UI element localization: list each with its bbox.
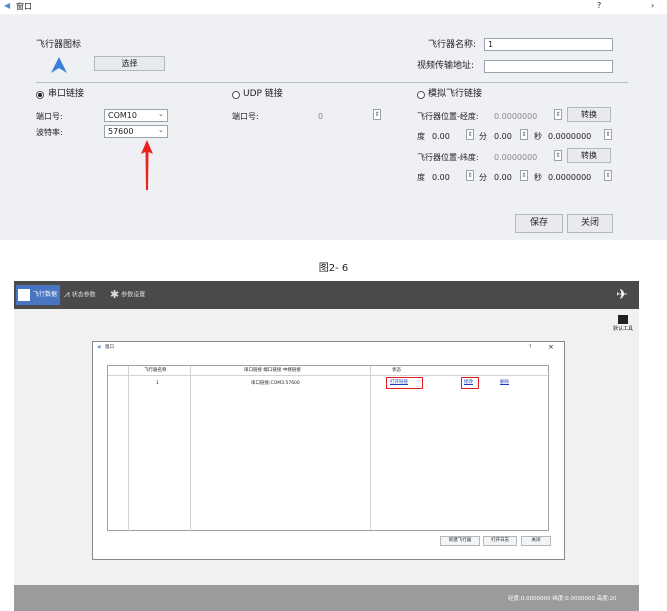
close-button[interactable]: 关闭 <box>521 536 551 546</box>
aircraft-name-cell: 1 <box>156 381 159 386</box>
baud-rate-label: 波特率: <box>36 128 63 137</box>
sim-link-radio[interactable] <box>417 91 425 99</box>
latitude-sec-spinner[interactable]: ⇕ <box>604 170 612 181</box>
video-address-label: 视频传输地址: <box>417 61 475 71</box>
gear-icon: ✱ <box>110 288 120 301</box>
aircraft-table: 飞行器名称 串口链接 端口链接 中继链接 状态 1 串口链接:COM3:5760… <box>107 365 550 532</box>
status-bar: 经度:0.0000000 纬度:0.0000000 高度:20 <box>14 585 639 611</box>
close-button[interactable]: 关闭 <box>567 214 613 233</box>
chevron-down-icon: ⌄ <box>158 110 164 118</box>
convert-longitude-button[interactable]: 转换 <box>567 107 611 122</box>
longitude-min-spinner[interactable]: ⇕ <box>520 129 528 140</box>
tab-label: 状态参数 <box>71 291 96 299</box>
serial-port-label: 端口号: <box>36 112 63 121</box>
aircraft-settings-dialog: ◀ 窗口 ? › 飞行器图标 选择 飞行器名称: 1 视频传输地址: 串口链接 … <box>0 0 667 240</box>
column-header-name: 飞行器名称 <box>144 368 167 373</box>
longitude-deg-spinner[interactable]: ⇕ <box>466 129 474 140</box>
udp-link-label: UDP 链接 <box>243 89 283 99</box>
default-tools-label: 默认工具 <box>612 326 633 332</box>
tab-label: 参数设置 <box>121 291 146 299</box>
longitude-sec-spinner[interactable]: ⇕ <box>604 129 612 140</box>
latitude-min-spinner[interactable]: ⇕ <box>520 170 528 181</box>
app-window: 飞行数据 ⩘ 状态参数 ✱ 参数设置 ✈ 默认工具 ◀ 窗口 ? × 飞行器名称 串… <box>14 281 639 611</box>
latitude-spinner[interactable]: ⇕ <box>554 150 562 161</box>
new-aircraft-button[interactable]: 新建飞行器 <box>440 536 480 546</box>
latitude-deg-spinner[interactable]: ⇕ <box>466 170 474 181</box>
aircraft-name-input[interactable]: 1 <box>484 38 613 51</box>
longitude-input[interactable]: 0.0000000 <box>494 111 537 122</box>
latitude-label: 飞行器位置-纬度: <box>417 153 479 162</box>
save-button[interactable]: 保存 <box>515 214 563 233</box>
dialog-title: 窗口 <box>105 345 114 350</box>
default-tools-button[interactable]: 默认工具 <box>610 315 636 332</box>
sec-label: 秒 <box>534 132 542 141</box>
coordinates-readout: 经度:0.0000000 纬度:0.0000000 高度:20 <box>508 596 617 602</box>
udp-link-radio[interactable] <box>232 91 240 99</box>
dialog-title: 窗口 <box>16 2 32 11</box>
edit-button[interactable]: 修改 <box>464 380 473 386</box>
tab-param-settings[interactable]: ✱ 参数设置 <box>108 285 160 305</box>
column-divider <box>190 366 191 532</box>
column-header-status: 状态 <box>392 368 401 373</box>
serial-link-radio[interactable] <box>36 91 44 99</box>
udp-port-spinner[interactable]: ⇕ <box>373 109 381 120</box>
app-toolbar: 飞行数据 ⩘ 状态参数 ✱ 参数设置 ✈ <box>14 281 639 309</box>
longitude-spinner[interactable]: ⇕ <box>554 109 562 120</box>
toolbox-icon <box>618 315 628 324</box>
video-address-input[interactable] <box>484 60 613 73</box>
satellite-icon[interactable]: ✈ <box>610 283 634 307</box>
longitude-deg-input[interactable]: 0.00 <box>432 131 450 142</box>
latitude-input[interactable]: 0.0000000 <box>494 152 537 163</box>
latitude-deg-input[interactable]: 0.00 <box>432 172 450 183</box>
help-button[interactable]: ? <box>529 345 531 351</box>
open-log-button[interactable]: 打开日志 <box>483 536 517 546</box>
chevron-down-icon: ⌄ <box>158 126 164 134</box>
udp-port-input[interactable]: 0 <box>318 111 323 122</box>
column-divider <box>128 366 129 532</box>
latitude-min-input[interactable]: 0.00 <box>494 172 512 183</box>
udp-port-label: 端口号: <box>232 112 259 121</box>
min-label: 分 <box>479 173 487 182</box>
serial-link-label: 串口链接 <box>48 89 85 99</box>
sim-link-label: 模拟飞行链接 <box>428 89 483 99</box>
header-divider <box>108 375 550 376</box>
tab-status-params[interactable]: ⩘ 状态参数 <box>62 285 106 305</box>
link-cell: 串口链接:COM3:57600 <box>251 381 300 386</box>
latitude-sec-input[interactable]: 0.0000000 <box>548 172 591 183</box>
dialog-title-bar: ◀ 窗口 ? › <box>0 0 667 14</box>
tab-label: 飞行数据 <box>33 291 58 298</box>
red-arrow-annotation <box>141 140 153 190</box>
select-icon-button[interactable]: 选择 <box>94 56 165 71</box>
figure-caption: 图2- 6 <box>318 263 349 274</box>
help-button[interactable]: ? <box>597 1 601 10</box>
close-icon[interactable]: × <box>548 344 554 351</box>
tab-flight-data[interactable]: 飞行数据 <box>16 285 60 305</box>
sec-label: 秒 <box>534 173 542 182</box>
open-link-button[interactable]: 打开链接 <box>390 380 408 386</box>
deg-label: 度 <box>417 173 425 182</box>
delete-button[interactable]: 删除 <box>500 380 509 386</box>
min-label: 分 <box>479 132 487 141</box>
chevron-right-icon[interactable]: › <box>651 1 654 10</box>
longitude-min-input[interactable]: 0.00 <box>494 131 512 142</box>
deg-label: 度 <box>417 132 425 141</box>
aircraft-list-dialog: ◀ 窗口 ? × 飞行器名称 串口链接 端口链接 中继链接 状态 1 串口链接:… <box>92 341 565 560</box>
column-header-links: 串口链接 端口链接 中继链接 <box>244 368 301 373</box>
longitude-sec-input[interactable]: 0.0000000 <box>548 131 591 142</box>
longitude-label: 飞行器位置-经度: <box>417 112 479 121</box>
aircraft-name-label: 飞行器名称: <box>428 40 477 50</box>
aircraft-icon <box>51 57 67 73</box>
divider <box>36 82 628 83</box>
window-icon: ◀ <box>97 345 101 350</box>
convert-latitude-button[interactable]: 转换 <box>567 148 611 163</box>
chart-line-icon: ⩘ <box>64 289 70 300</box>
aircraft-icon-label: 飞行器图标 <box>36 40 82 50</box>
column-divider <box>370 366 371 532</box>
dialog-title-bar: ◀ 窗口 ? × <box>93 342 564 355</box>
document-icon <box>18 288 30 301</box>
window-icon: ◀ <box>4 1 11 10</box>
